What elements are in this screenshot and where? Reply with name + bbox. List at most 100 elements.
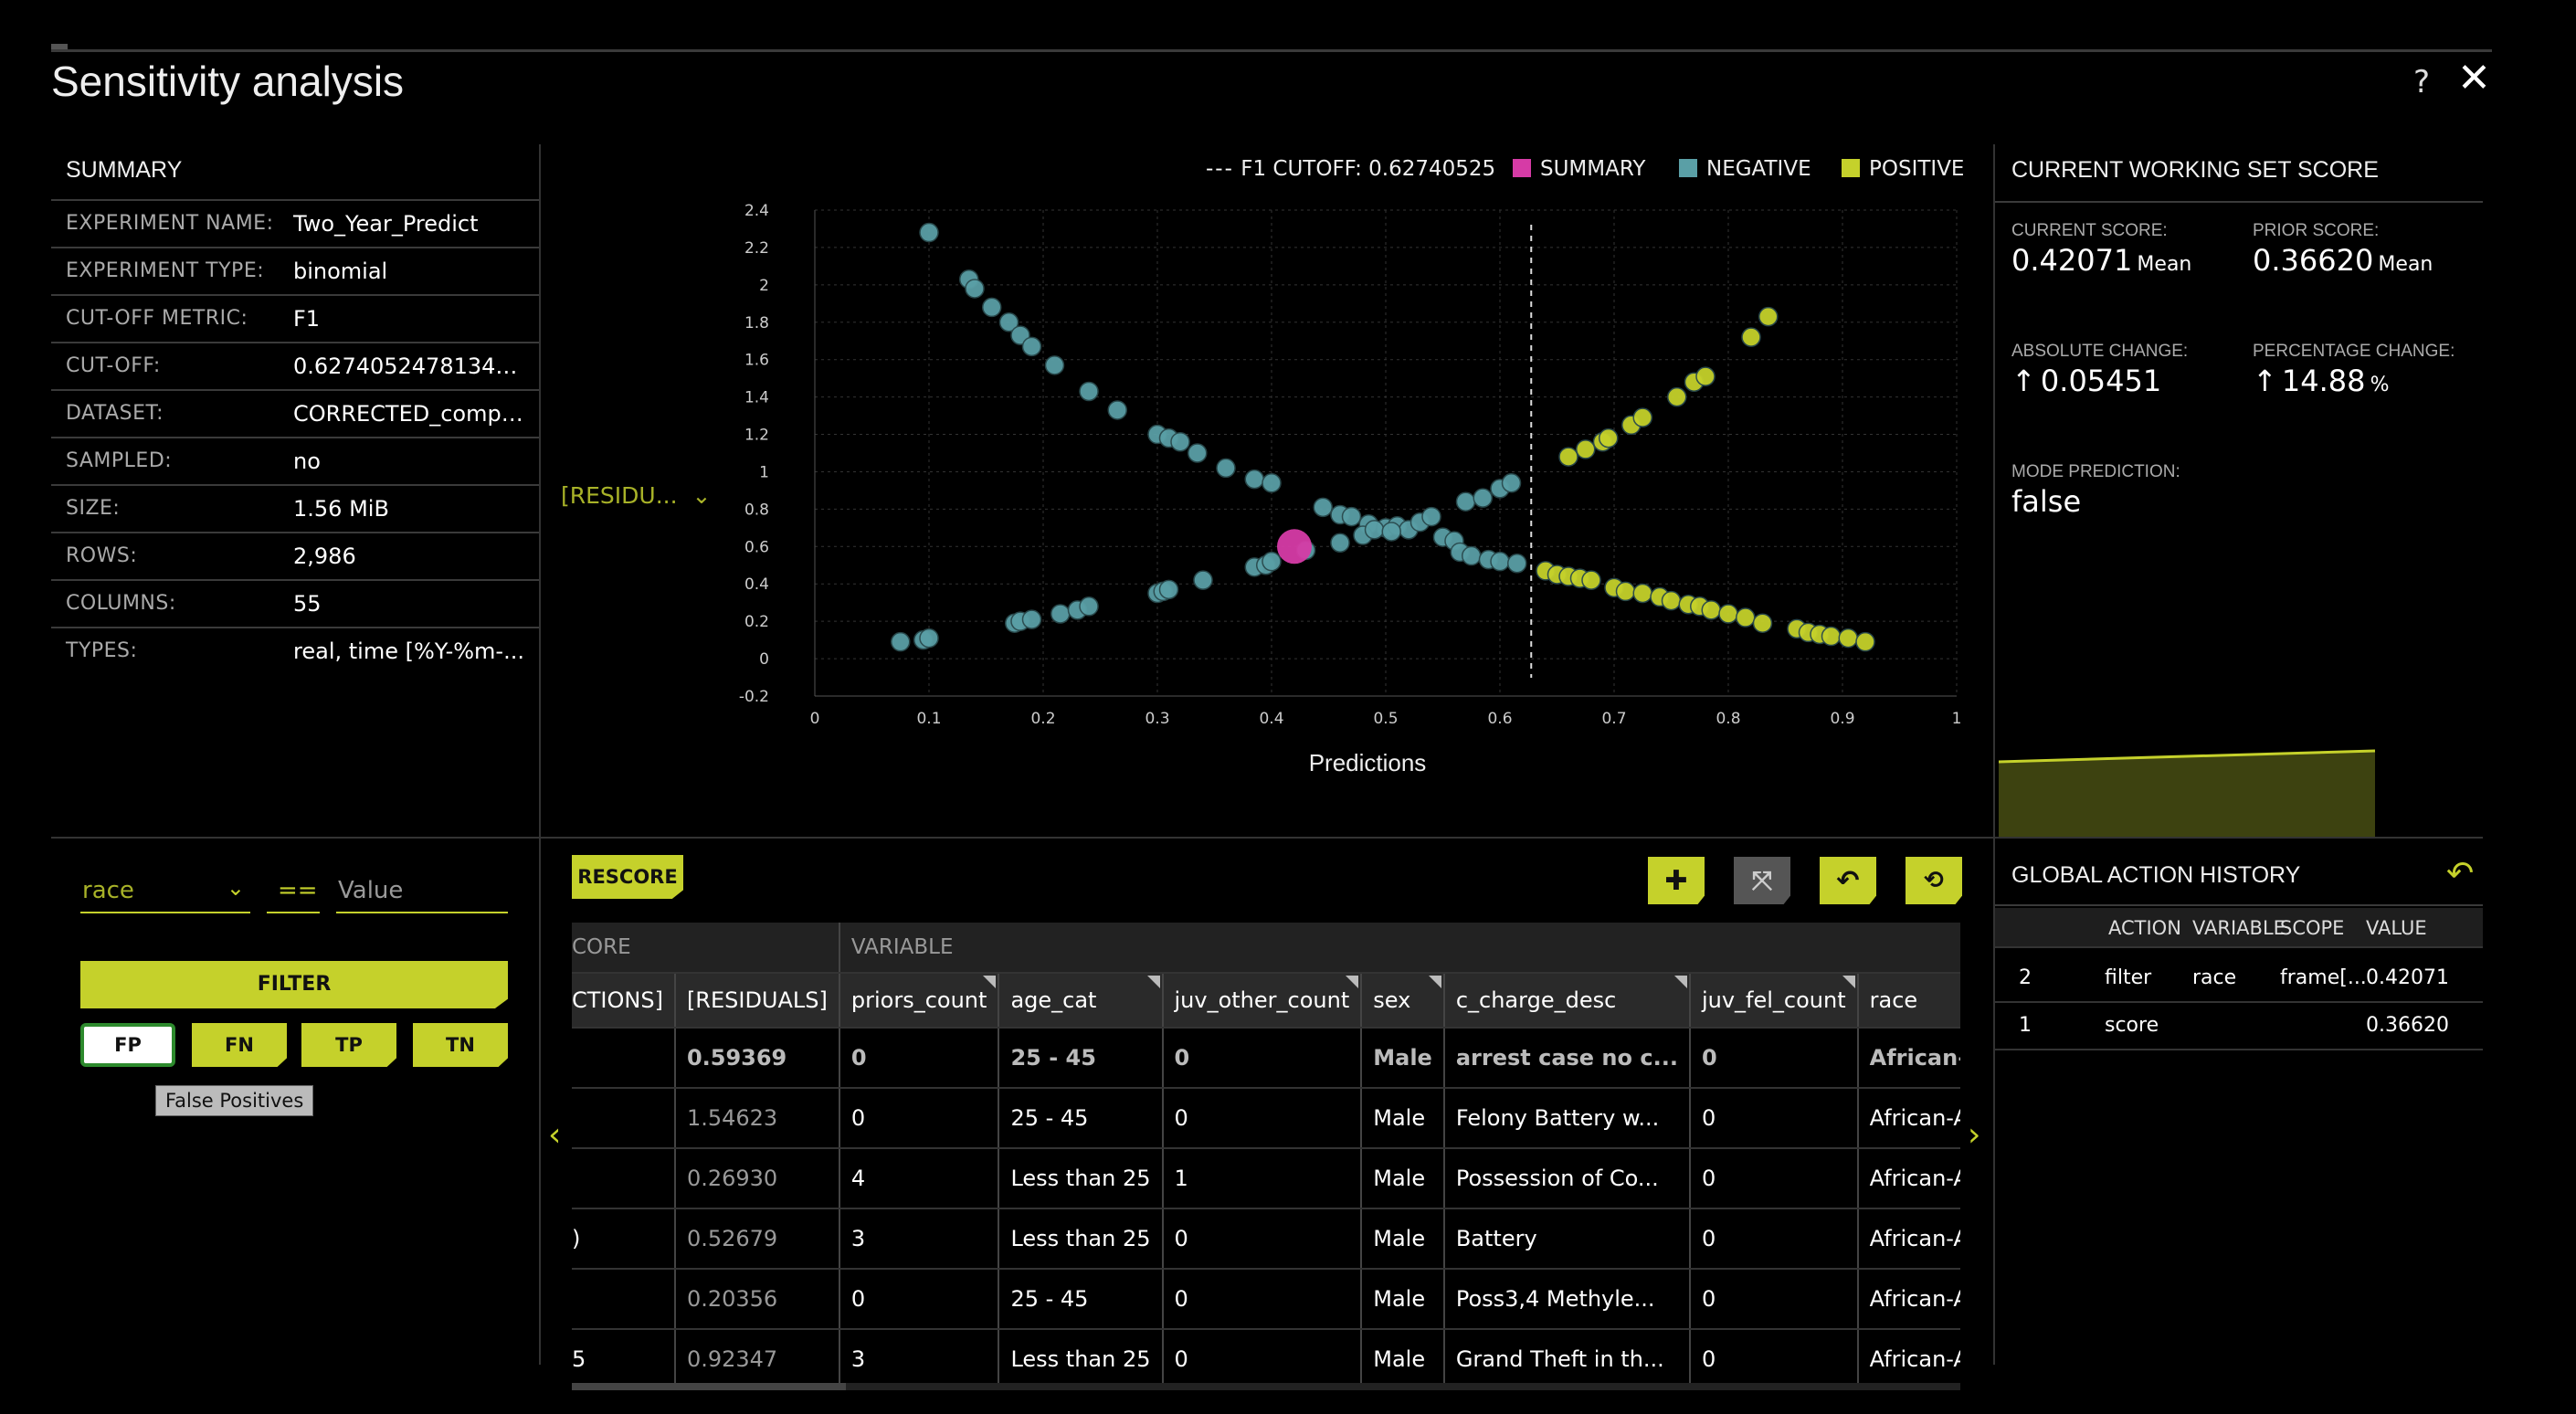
- table-row[interactable]: 5 0.92347 3 Less than 25 0 Male Grand Theft in…: [572, 1329, 1960, 1385]
- negative-point: [1421, 506, 1441, 527]
- negative-point: [1473, 488, 1493, 508]
- column-header[interactable]: age_cat: [998, 973, 1164, 1029]
- y-tick-label: 0.8: [744, 501, 769, 519]
- table-cell: Male: [1361, 1329, 1445, 1385]
- table-cell: Male: [1361, 1208, 1445, 1270]
- x-tick-label: 0: [810, 710, 820, 728]
- current-score-label: CURRENT SCORE:: [2011, 221, 2168, 240]
- reset-button[interactable]: ⟲: [1906, 857, 1962, 904]
- table-scrollbar-thumb[interactable]: [572, 1383, 846, 1390]
- add-button[interactable]: ✚: [1648, 857, 1705, 904]
- table-row[interactable]: ) 0.52679 3 Less than 25 0 Male Battery 0 Africa…: [572, 1208, 1960, 1270]
- filter-button[interactable]: FILTER: [80, 961, 508, 1008]
- fp-tag-button[interactable]: FP: [80, 1023, 175, 1067]
- summary-key: SIZE:: [66, 497, 121, 520]
- negative-point: [1079, 596, 1099, 617]
- y-tick-label: 2.4: [744, 202, 769, 220]
- table-row[interactable]: 0.59369 0 25 - 45 0 Male arrest case no c... 0…: [572, 1028, 1960, 1089]
- positive-point: [1758, 306, 1779, 327]
- column-header[interactable]: race: [1857, 973, 1960, 1029]
- collapse-button[interactable]: ⤧: [1734, 857, 1790, 904]
- column-header[interactable]: juv_other_count: [1162, 973, 1363, 1029]
- x-axis-label: Predictions: [1309, 749, 1427, 776]
- history-action: filter: [2105, 966, 2152, 989]
- prior-score-label: PRIOR SCORE:: [2253, 221, 2380, 240]
- negative-point: [1170, 431, 1190, 452]
- table-cell: 3: [839, 1329, 1000, 1385]
- history-step: 1: [2019, 1014, 2032, 1037]
- percentage-change-value: 14.88: [2281, 364, 2366, 398]
- negative-point: [1044, 355, 1065, 375]
- summary-row: DATASET: CORRECTED_compa...: [51, 391, 539, 438]
- negative-point: [1507, 553, 1527, 574]
- positive-point: [1558, 447, 1578, 467]
- column-header[interactable]: CTIONS]: [572, 973, 676, 1029]
- table-cell: Possession of Co...: [1443, 1148, 1691, 1209]
- rescore-button[interactable]: RESCORE: [572, 855, 683, 899]
- column-header[interactable]: juv_fel_count: [1689, 973, 1859, 1029]
- positive-point: [1667, 386, 1687, 407]
- negative-point: [1364, 520, 1385, 540]
- tn-tag-button[interactable]: TN: [413, 1023, 508, 1067]
- percentage-change-label: PERCENTAGE CHANGE:: [2253, 342, 2455, 361]
- filter-operator-select[interactable]: ==: [267, 875, 320, 913]
- summary-value: CORRECTED_compa...: [293, 401, 531, 427]
- negative-point: [1107, 400, 1127, 420]
- column-header[interactable]: sex: [1361, 973, 1445, 1029]
- summary-row: CUT-OFF: 0.6274052478134111: [51, 343, 539, 391]
- filter-value-input[interactable]: Value: [336, 875, 508, 913]
- y-axis-selector[interactable]: [RESIDU... ⌄: [561, 482, 711, 509]
- summary-key: ROWS:: [66, 544, 138, 567]
- summary-key: CUT-OFF METRIC:: [66, 307, 248, 330]
- summary-value: real, time [%Y-%m-...: [293, 638, 524, 664]
- window-top-marker: [51, 44, 68, 49]
- table-scroll-left[interactable]: ‹: [548, 1116, 561, 1154]
- table-row[interactable]: 1.54623 0 25 - 45 0 Male Felony Battery w... 0…: [572, 1088, 1960, 1149]
- close-icon[interactable]: ✕: [2457, 55, 2491, 101]
- prior-score-value: 0.36620: [2253, 243, 2374, 278]
- column-header[interactable]: [RESIDUALS]: [674, 973, 840, 1029]
- undo-button[interactable]: ↶: [1820, 857, 1876, 904]
- table-cell: African-American: [1857, 1088, 1960, 1149]
- table-horizontal-scrollbar[interactable]: [572, 1383, 1960, 1390]
- data-table: CORE VARIABLE CTIONS] [RESIDUALS] priors…: [572, 923, 1960, 1385]
- y-tick-label: -0.2: [739, 688, 769, 706]
- table-cell: 5: [572, 1329, 676, 1385]
- table-scroll-right[interactable]: ›: [1968, 1116, 1980, 1154]
- y-tick-label: 1.4: [744, 389, 769, 407]
- column-header[interactable]: c_charge_desc: [1443, 973, 1691, 1029]
- table-cell: 4: [839, 1148, 1000, 1209]
- table-row[interactable]: 0.26930 4 Less than 25 1 Male Possession of C…: [572, 1148, 1960, 1209]
- table-cell: 0: [1162, 1208, 1363, 1270]
- y-tick-label: 0.6: [744, 538, 769, 556]
- history-undo-icon[interactable]: ↶: [2446, 855, 2474, 892]
- column-header[interactable]: priors_count: [839, 973, 1000, 1029]
- table-row[interactable]: 0.20356 0 25 - 45 0 Male Poss3,4 Methyle... 0 A…: [572, 1269, 1960, 1330]
- table-cell: 0: [1689, 1269, 1859, 1330]
- undo-icon: ↶: [1836, 864, 1860, 897]
- table-cell: Male: [1361, 1148, 1445, 1209]
- percentage-change-unit: %: [2370, 374, 2390, 396]
- help-icon[interactable]: ?: [2413, 64, 2430, 100]
- summary-row: TYPES: real, time [%Y-%m-...: [51, 628, 539, 674]
- positive-point: [1576, 439, 1596, 459]
- positive-point: [1661, 590, 1682, 611]
- history-row[interactable]: 1 score 0.36620: [1995, 1003, 2483, 1050]
- negative-point: [1079, 381, 1099, 402]
- history-row[interactable]: 2 filter race frame[... 0.42071: [1995, 955, 2483, 1003]
- score-title: CURRENT WORKING SET SCORE: [2011, 157, 2379, 183]
- x-tick-label: 0.4: [1259, 710, 1283, 728]
- negative-point: [891, 631, 911, 652]
- chevron-down-icon: ⌄: [692, 482, 712, 509]
- table-cell: arrest case no c...: [1443, 1028, 1691, 1089]
- history-header: VARIABLE: [2192, 917, 2286, 939]
- reset-history-icon: ⟲: [1924, 867, 1944, 894]
- fn-tag-button[interactable]: FN: [192, 1023, 287, 1067]
- history-header: VALUE: [2366, 917, 2427, 939]
- summary-row: EXPERIMENT NAME: Two_Year_Predict: [51, 201, 539, 248]
- table-cell: Male: [1361, 1028, 1445, 1089]
- y-tick-label: 1.8: [744, 314, 769, 332]
- tp-tag-button[interactable]: TP: [301, 1023, 396, 1067]
- table-cell: 1: [1162, 1148, 1363, 1209]
- filter-column-select[interactable]: race ⌄: [80, 875, 250, 913]
